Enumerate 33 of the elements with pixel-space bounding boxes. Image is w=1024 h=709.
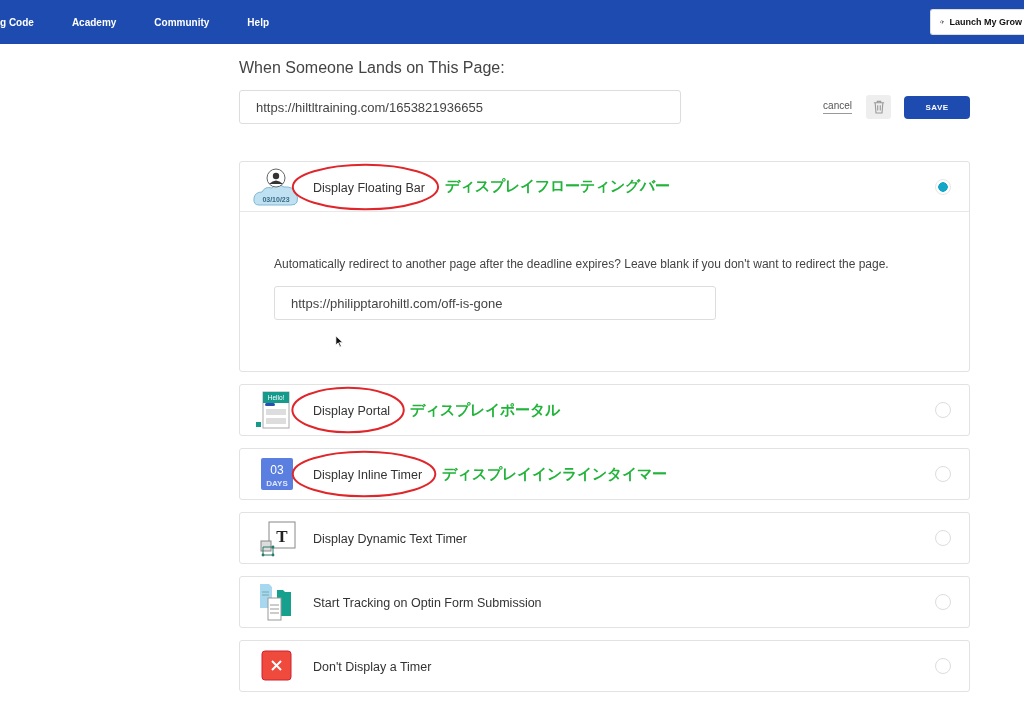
redirect-description: Automatically redirect to another page after the deadline expires? Leave blank if you don't want to redirect the page. bbox=[274, 256, 889, 273]
option-title: Display Floating Bar bbox=[313, 180, 425, 195]
nav-link[interactable]: g Code bbox=[0, 16, 34, 28]
radio-button[interactable] bbox=[935, 530, 951, 546]
option-header[interactable]: Don't Display a Timer bbox=[240, 641, 969, 691]
option-header[interactable]: 03 DAYS Display Inline Timer ディスプレイインラインタイマー bbox=[240, 449, 969, 499]
radio-button[interactable] bbox=[935, 466, 951, 482]
radio-button[interactable] bbox=[935, 594, 951, 610]
radio-button[interactable] bbox=[935, 402, 951, 418]
save-button[interactable]: SAVE bbox=[904, 95, 970, 119]
nav-link[interactable]: Academy bbox=[71, 16, 117, 28]
cancel-link[interactable]: cancel bbox=[823, 100, 852, 114]
delete-button[interactable] bbox=[866, 95, 891, 119]
option-title: Start Tracking on Optin Form Submission bbox=[313, 596, 542, 610]
nav-link[interactable]: Community bbox=[154, 16, 210, 28]
trash-icon bbox=[872, 100, 885, 114]
mouse-cursor-icon bbox=[335, 335, 344, 348]
launch-button[interactable]: Launch My Grow bbox=[930, 8, 1024, 35]
radio-button[interactable] bbox=[935, 178, 951, 195]
url-field[interactable]: https://hiltltraining.com/1653821936655 bbox=[239, 90, 681, 124]
annotation-text: ディスプレイポータル bbox=[410, 400, 561, 420]
nav-link[interactable]: Help bbox=[247, 16, 270, 28]
option-title: Display Portal bbox=[313, 404, 391, 418]
option-title: Display Inline Timer bbox=[313, 468, 423, 482]
option-title: Don't Display a Timer bbox=[313, 660, 432, 674]
option-header[interactable]: T Display Dynamic Text Timer bbox=[240, 513, 969, 563]
redirect-url-field[interactable]: https://philipptarohiltl.com/off-is-gone bbox=[274, 286, 716, 320]
annotation-text: ディスプレイフローティングバー bbox=[444, 177, 670, 196]
option-title: Display Dynamic Text Timer bbox=[313, 532, 467, 546]
annotation-text: ディスプレイインラインタイマー bbox=[442, 464, 668, 484]
radio-button[interactable] bbox=[935, 658, 951, 674]
option-header[interactable]: Start Tracking on Optin Form Submission bbox=[240, 577, 969, 627]
section-heading: When Someone Lands on This Page: bbox=[239, 58, 506, 78]
